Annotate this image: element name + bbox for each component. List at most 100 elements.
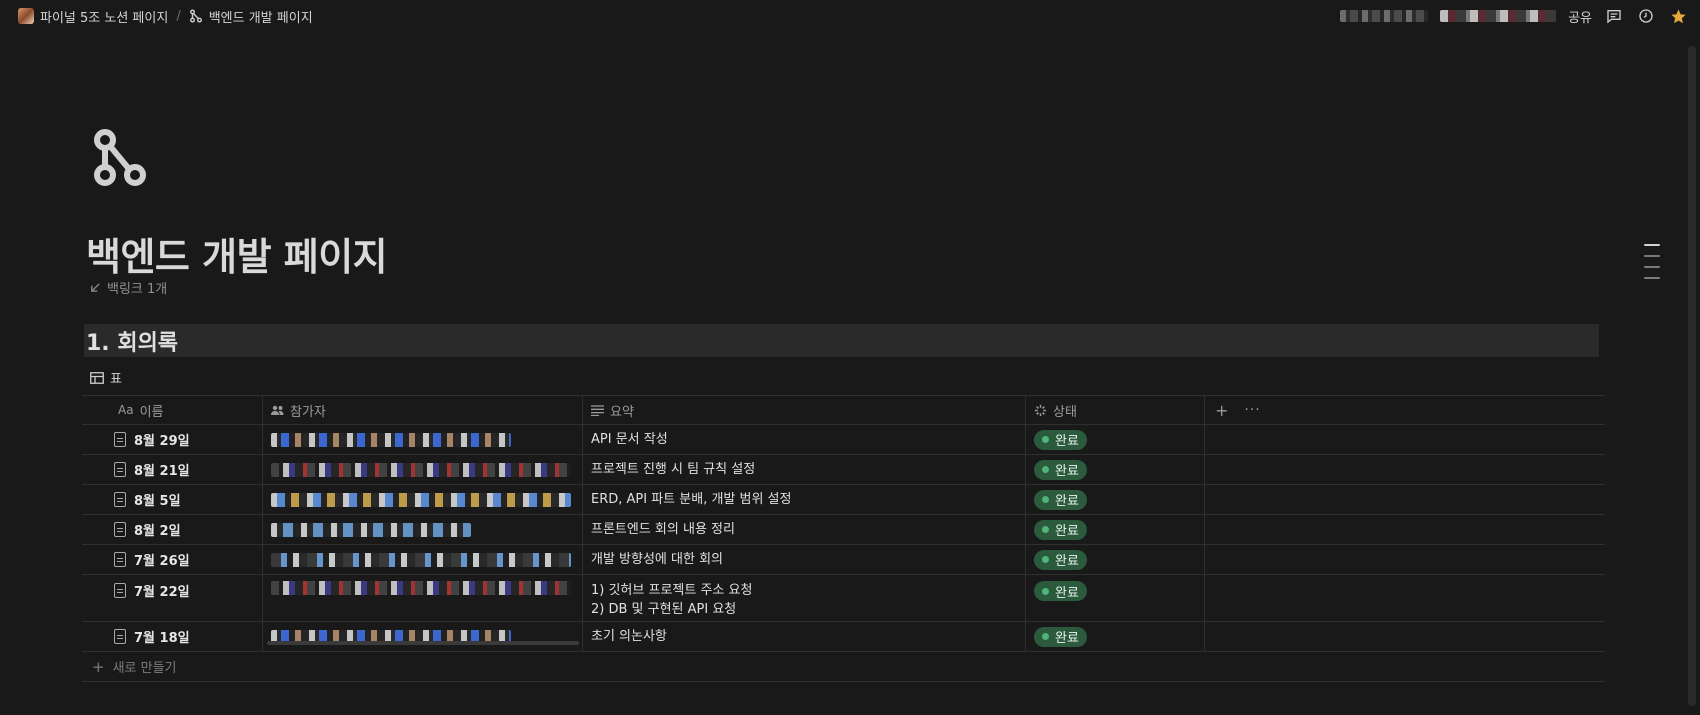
- breadcrumb-workspace[interactable]: 파이널 5조 노션 페이지: [14, 5, 172, 28]
- vertical-scrollbar[interactable]: [1688, 46, 1696, 706]
- status-label: 완료: [1055, 631, 1079, 646]
- empty-cell: [1205, 575, 1605, 621]
- table-row[interactable]: 7월 26일 개발 방향성에 대한 회의 완료: [82, 545, 1605, 575]
- summary-text: 초기 의논사항: [591, 629, 667, 644]
- participants-cell[interactable]: [263, 545, 583, 574]
- status-cell[interactable]: 완료: [1026, 515, 1205, 544]
- row-name-cell[interactable]: 8월 5일: [82, 485, 263, 514]
- empty-cell: [1205, 425, 1605, 454]
- column-header-summary[interactable]: 요약: [583, 396, 1026, 424]
- status-dot: [1042, 526, 1049, 533]
- column-header-participants[interactable]: 참가자: [263, 396, 583, 424]
- summary-cell[interactable]: 프론트엔드 회의 내용 정리: [583, 515, 1026, 544]
- backlinks[interactable]: 백링크 1개: [90, 278, 167, 297]
- participants-cell[interactable]: [263, 622, 583, 651]
- summary-cell[interactable]: 개발 방향성에 대한 회의: [583, 545, 1026, 574]
- table-of-contents-outline[interactable]: [1644, 244, 1660, 279]
- summary-cell[interactable]: ERD, API 파트 분배, 개발 범위 설정: [583, 485, 1026, 514]
- edited-info-redacted: [1340, 10, 1429, 22]
- arrow-down-left-icon: [91, 283, 100, 292]
- summary-cell[interactable]: 1) 깃허브 프로젝트 주소 요청 2) DB 및 구현된 API 요청: [583, 575, 1026, 621]
- status-label: 완료: [1055, 494, 1079, 509]
- breadcrumb: 파이널 5조 노션 페이지 / 백엔드 개발 페이지: [14, 5, 317, 28]
- summary-text: 프로젝트 진행 시 팀 규칙 설정: [591, 462, 756, 477]
- status-cell[interactable]: 완료: [1026, 455, 1205, 484]
- status-label: 완료: [1055, 434, 1079, 449]
- status-dot: [1042, 556, 1049, 563]
- status-label: 완료: [1055, 585, 1079, 601]
- table-row[interactable]: 8월 29일 API 문서 작성 완료: [82, 425, 1605, 455]
- column-header-status[interactable]: 상태: [1026, 396, 1205, 424]
- column-label: 이름: [139, 404, 164, 420]
- participants-cell[interactable]: [263, 455, 583, 484]
- summary-text-line: 2) DB 및 구현된 API 요청: [591, 602, 737, 617]
- participants-redacted: [271, 581, 571, 595]
- table-row[interactable]: 8월 21일 프로젝트 진행 시 팀 규칙 설정 완료: [82, 455, 1605, 485]
- new-row-button[interactable]: + 새로 만들기: [82, 652, 1605, 682]
- table-row[interactable]: 7월 22일 1) 깃허브 프로젝트 주소 요청 2) DB 및 구현된 API…: [82, 575, 1605, 622]
- participants-cell[interactable]: [263, 575, 583, 621]
- status-cell[interactable]: 완료: [1026, 575, 1205, 621]
- summary-cell[interactable]: API 문서 작성: [583, 425, 1026, 454]
- add-property-plus-icon[interactable]: +: [1215, 401, 1228, 420]
- column-label: 요약: [610, 404, 634, 420]
- row-name: 7월 26일: [134, 554, 190, 569]
- outline-line: [1644, 255, 1660, 257]
- summary-cell[interactable]: 프로젝트 진행 시 팀 규칙 설정: [583, 455, 1026, 484]
- page-doc-icon: [114, 432, 126, 447]
- text-property-icon: Aa: [118, 403, 134, 417]
- summary-text: 프론트엔드 회의 내용 정리: [591, 522, 735, 537]
- participants-redacted: [271, 432, 511, 447]
- status-cell[interactable]: 완료: [1026, 485, 1205, 514]
- column-header-name[interactable]: Aa 이름: [82, 396, 263, 424]
- page-doc-icon: [114, 629, 126, 644]
- status-cell[interactable]: 완료: [1026, 425, 1205, 454]
- summary-text: ERD, API 파트 분배, 개발 범위 설정: [591, 492, 792, 507]
- status-dot: [1042, 633, 1049, 640]
- row-name-cell[interactable]: 8월 29일: [82, 425, 263, 454]
- table-header-row: Aa 이름 참가자 요약 상태 + ···: [82, 395, 1605, 425]
- row-name: 8월 29일: [134, 434, 190, 449]
- table-view-tab[interactable]: 표: [90, 368, 122, 387]
- table-row[interactable]: 8월 2일 프론트엔드 회의 내용 정리 완료: [82, 515, 1605, 545]
- history-clock-icon[interactable]: [1636, 6, 1656, 26]
- top-bar: 파이널 5조 노션 페이지 / 백엔드 개발 페이지 공유: [0, 0, 1700, 32]
- breadcrumb-current-page[interactable]: 백엔드 개발 페이지: [185, 5, 317, 28]
- workspace-icon: [18, 8, 34, 24]
- collaborators-redacted: [1440, 10, 1557, 22]
- page-doc-icon: [114, 522, 126, 537]
- row-name: 8월 2일: [134, 524, 181, 539]
- view-name: 표: [110, 372, 122, 387]
- row-name-cell[interactable]: 8월 2일: [82, 515, 263, 544]
- page-title[interactable]: 백엔드 개발 페이지: [86, 226, 388, 281]
- table-row[interactable]: 8월 5일 ERD, API 파트 분배, 개발 범위 설정 완료: [82, 485, 1605, 515]
- row-name-cell[interactable]: 8월 21일: [82, 455, 263, 484]
- status-badge: 완료: [1034, 519, 1087, 540]
- row-name-cell[interactable]: 7월 26일: [82, 545, 263, 574]
- status-dot: [1042, 466, 1049, 473]
- share-button[interactable]: 공유: [1568, 7, 1592, 26]
- status-badge: 완료: [1034, 429, 1087, 450]
- table-row[interactable]: 7월 18일 초기 의논사항 완료: [82, 622, 1605, 652]
- empty-cell: [1205, 515, 1605, 544]
- summary-cell[interactable]: 초기 의논사항: [583, 622, 1026, 651]
- more-options-icon[interactable]: ···: [1244, 402, 1260, 418]
- page-doc-icon: [114, 552, 126, 567]
- page-branch-icon[interactable]: [90, 128, 150, 188]
- outline-line: [1644, 244, 1660, 246]
- comments-icon[interactable]: [1604, 6, 1624, 26]
- row-name-cell[interactable]: 7월 22일: [82, 575, 263, 621]
- page-doc-icon: [114, 583, 126, 598]
- row-name-cell[interactable]: 7월 18일: [82, 622, 263, 651]
- summary-text-line: 1) 깃허브 프로젝트 주소 요청: [591, 583, 753, 598]
- status-cell[interactable]: 완료: [1026, 545, 1205, 574]
- participants-cell[interactable]: [263, 425, 583, 454]
- participants-cell[interactable]: [263, 515, 583, 544]
- favorite-star-icon[interactable]: [1668, 6, 1688, 26]
- status-cell[interactable]: 완료: [1026, 622, 1205, 651]
- participants-cell[interactable]: [263, 485, 583, 514]
- participants-redacted: [271, 522, 471, 537]
- table-icon: [90, 371, 104, 384]
- horizontal-scrollbar[interactable]: [267, 641, 579, 645]
- section-heading[interactable]: 1. 회의록: [84, 324, 1599, 357]
